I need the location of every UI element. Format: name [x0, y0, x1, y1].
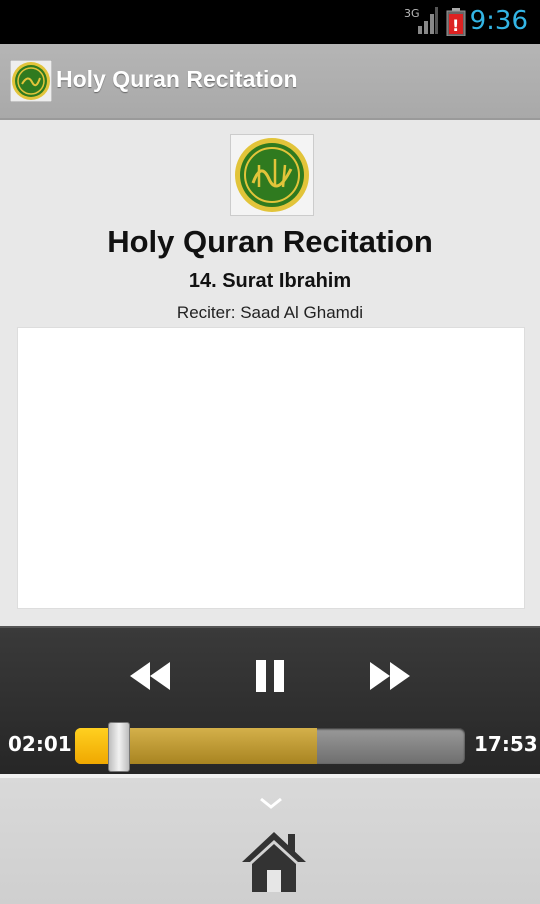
bottom-bar [0, 774, 540, 904]
pause-icon [256, 660, 284, 692]
app-logo-icon[interactable] [10, 60, 52, 102]
fast-forward-icon [370, 662, 410, 690]
action-bar: Holy Quran Recitation [0, 44, 540, 120]
main-content: Holy Quran Recitation 14. Surat Ibrahim … [0, 120, 540, 626]
quran-logo-icon [230, 134, 314, 216]
status-bar: 3G ! 9:36 [0, 0, 540, 44]
chevron-down-icon[interactable] [258, 796, 284, 810]
reciter-label: Reciter: Saad Al Ghamdi [176, 303, 364, 322]
media-player: 02:01 17:53 [0, 626, 540, 776]
svg-text:3G: 3G [404, 7, 420, 20]
pause-button[interactable] [240, 654, 300, 698]
surah-name: 14. Surat Ibrahim [188, 270, 352, 292]
rewind-button[interactable] [120, 654, 180, 698]
fast-forward-button[interactable] [360, 654, 420, 698]
svg-text:!: ! [452, 16, 459, 35]
home-icon[interactable] [240, 828, 308, 894]
total-duration: 17:53 [474, 732, 538, 756]
battery-low-icon: ! [446, 8, 466, 36]
elapsed-time: 02:01 [8, 732, 72, 756]
rewind-icon [130, 662, 170, 690]
verse-display-panel [17, 327, 525, 609]
seek-thumb[interactable] [108, 722, 131, 772]
action-bar-title: Holy Quran Recitation [56, 66, 298, 92]
clock: 9:36 [469, 6, 528, 36]
network-signal-icon: 3G [404, 7, 438, 34]
page-title: Holy Quran Recitation [107, 224, 433, 259]
seek-bar[interactable] [75, 728, 465, 764]
